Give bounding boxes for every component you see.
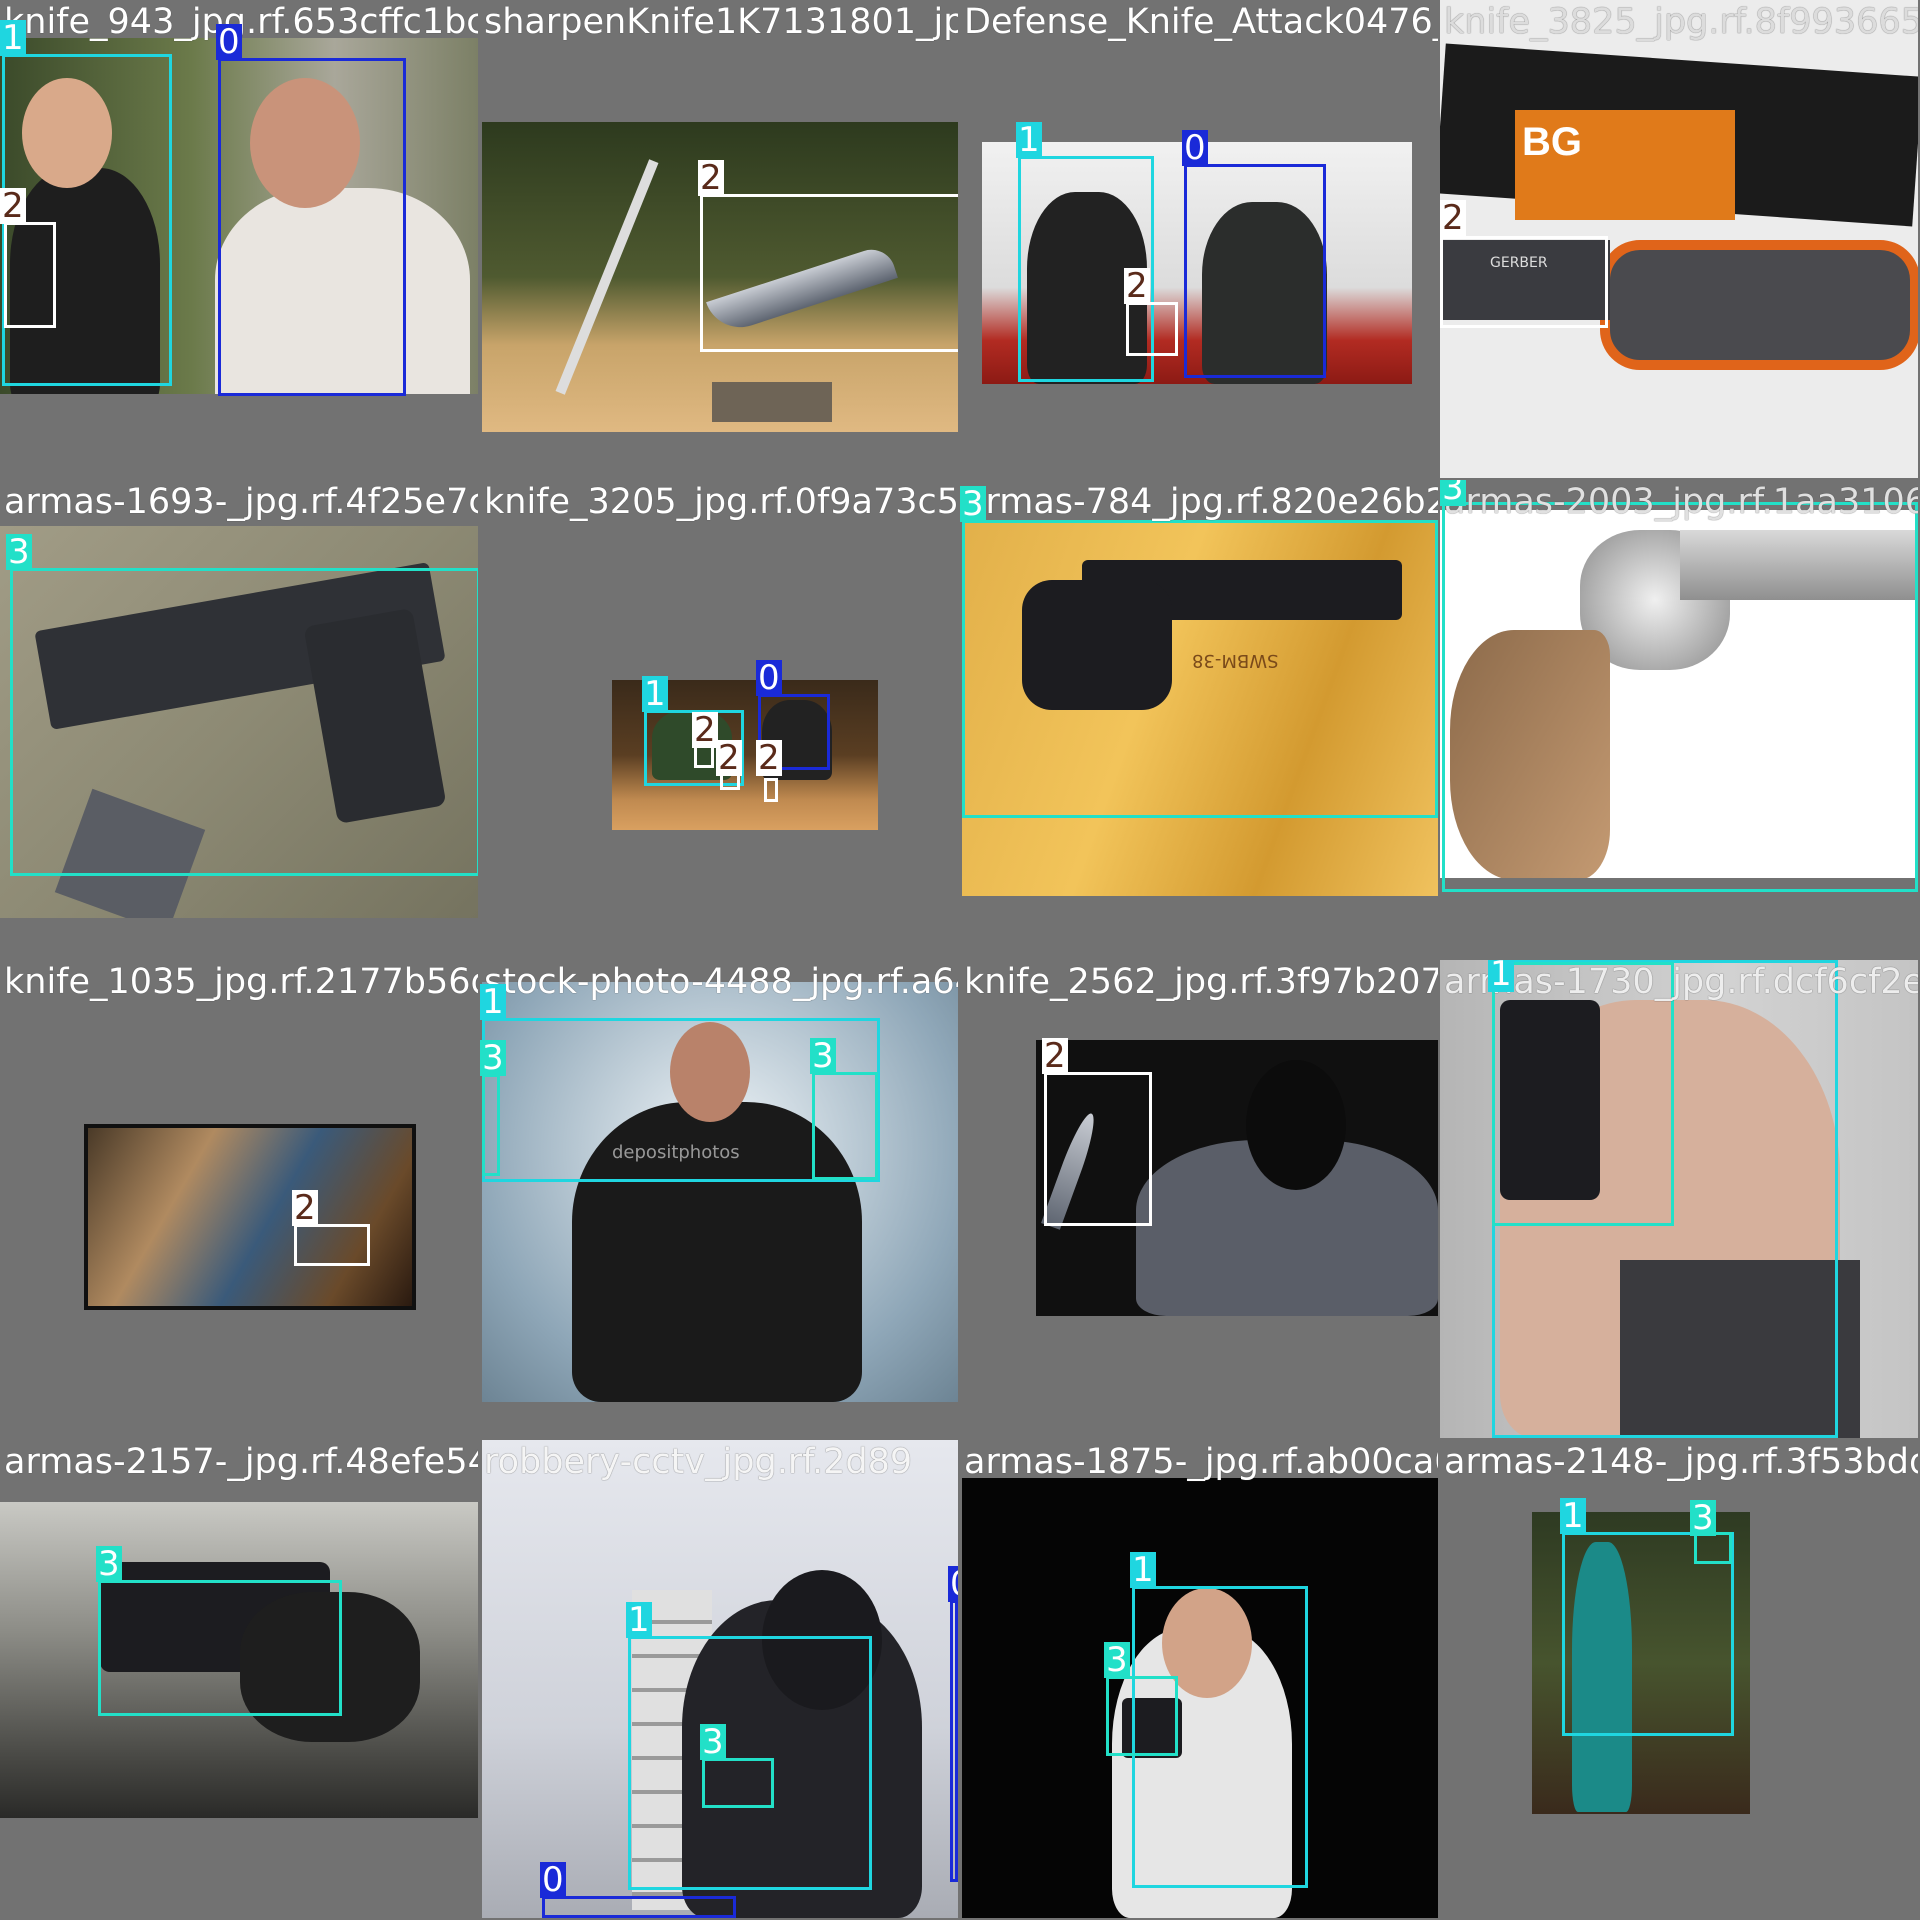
class-label: 2 (1042, 1036, 1068, 1076)
class-label: 2 (1440, 198, 1466, 238)
mosaic-tile-4: BG GERBER knife_3825_jpg.rf.8f993665b5 2 (1440, 0, 1918, 478)
class-label: 2 (698, 158, 724, 198)
tile-filename: Defense_Knife_Attack0476_jpg (964, 2, 1438, 42)
tile-filename: armas-784_jpg.rf.820e26b2 (964, 482, 1438, 522)
tile-filename: stock-photo-4488_jpg.rf.a64009d3 (484, 962, 958, 1002)
mosaic-tile-14: robbery-cctv_jpg.rf.2d89 1 3 0 0 (480, 1440, 958, 1918)
detection-box-class2 (294, 1224, 370, 1266)
detection-box-class2 (1126, 302, 1178, 356)
detection-box-class2 (764, 778, 778, 802)
detection-box-class2 (1044, 1072, 1152, 1226)
detection-box-class3 (10, 568, 478, 876)
class-label: 3 (700, 1722, 726, 1762)
tile-filename: armas-2003_jpg.rf.1aa3106 (1444, 482, 1918, 522)
detection-box-class3 (1442, 502, 1918, 892)
whetstone (712, 382, 832, 422)
class-label: 1 (1560, 1496, 1586, 1536)
mosaic-tile-15: armas-1875-_jpg.rf.ab00ca04 1 3 (960, 1440, 1438, 1918)
tile-filename: robbery-cctv_jpg.rf.2d89 (484, 1442, 913, 1482)
knife-handle (1600, 240, 1918, 370)
detection-box-class2 (1440, 236, 1608, 328)
mosaic-tile-1: knife_943_jpg.rf.653cffc1bcf 1 0 2 (0, 0, 478, 478)
mosaic-tile-11: knife_2562_jpg.rf.3f97b2073 2 (960, 960, 1438, 1438)
tile-filename: knife_2562_jpg.rf.3f97b2073 (964, 962, 1438, 1002)
mosaic-tile-5: armas-1693-_jpg.rf.4f25e7c 3 (0, 480, 478, 958)
detection-box-class3 (702, 1758, 774, 1808)
class-label: 2 (756, 738, 782, 778)
detection-box-class1 (2, 54, 172, 386)
class-label: 3 (1440, 480, 1466, 506)
mosaic-tile-12: armas-1730_jpg.rf.dcf6cf2ee 1 3 (1440, 960, 1918, 1438)
detection-box-class3 (962, 520, 1438, 818)
class-label: 1 (642, 674, 668, 714)
tile-filename: armas-2157-_jpg.rf.48efe54 (4, 1442, 478, 1482)
class-label: 1 (0, 18, 26, 58)
detection-box-class2 (700, 194, 958, 352)
mosaic-tile-6: knife_3205_jpg.rf.0f9a73c56 1 0 2 2 2 (480, 480, 958, 958)
class-label: 1 (1488, 960, 1514, 992)
tile-filename: armas-1730_jpg.rf.dcf6cf2ee (1444, 962, 1918, 1002)
class-label: 3 (1690, 1498, 1716, 1538)
detection-box-class0 (218, 58, 406, 396)
detection-box-class0 (1184, 164, 1326, 378)
detection-box-class3 (98, 1580, 342, 1716)
class-label: 0 (216, 22, 242, 62)
detection-box-class2 (4, 222, 56, 328)
tile-filename: armas-1875-_jpg.rf.ab00ca04 (964, 1442, 1438, 1482)
class-label: 1 (480, 982, 506, 1022)
detection-box-class0 (950, 1600, 958, 1882)
detection-box-class3 (482, 1074, 500, 1176)
class-label: 3 (810, 1036, 836, 1076)
class-label: 1 (1130, 1550, 1156, 1590)
class-label: 2 (292, 1188, 318, 1228)
tile-filename: armas-1693-_jpg.rf.4f25e7c (4, 482, 478, 522)
tile-filename: knife_3205_jpg.rf.0f9a73c56 (484, 482, 958, 522)
logo-text: BG (1522, 120, 1582, 164)
mosaic-tile-7: SWBM-38 armas-784_jpg.rf.820e26b2 3 (960, 480, 1438, 958)
mosaic-tile-2: sharpenKnife1K7131801_jpg.rf.bfcbf 2 (480, 0, 958, 478)
mosaic-tile-16: armas-2148-_jpg.rf.3f53bdd3 1 3 (1440, 1440, 1918, 1918)
detection-box-class3 (1106, 1676, 1178, 1756)
class-label: 3 (480, 1038, 506, 1078)
class-label: 0 (540, 1860, 566, 1900)
tile-filename: knife_3825_jpg.rf.8f993665b5 (1444, 2, 1918, 42)
sharpening-rod (555, 159, 659, 395)
class-label: 0 (756, 658, 782, 698)
class-label: 3 (960, 484, 986, 524)
class-label: 0 (948, 1566, 958, 1602)
class-label: 3 (6, 532, 32, 572)
balaclava (1246, 1060, 1346, 1190)
tile-filename: sharpenKnife1K7131801_jpg.rf.bfcbf (484, 2, 958, 42)
class-label: 1 (1016, 120, 1042, 160)
class-label: 0 (1182, 128, 1208, 168)
mosaic-tile-9: knife_1035_jpg.rf.2177b56d 2 (0, 960, 478, 1438)
mosaic-tile-3: Defense_Knife_Attack0476_jpg 1 0 2 (960, 0, 1438, 478)
class-label: 2 (0, 186, 26, 226)
class-label: 2 (692, 710, 718, 750)
class-label: 2 (1124, 266, 1150, 306)
tile-9-photo (84, 1124, 416, 1310)
mosaic-tile-10: depositphotos stock-photo-4488_jpg.rf.a6… (480, 960, 958, 1438)
mosaic-tile-13: armas-2157-_jpg.rf.48efe54 3 (0, 1440, 478, 1918)
detection-box-class0 (542, 1896, 736, 1918)
class-label: 3 (96, 1544, 122, 1584)
tile-filename: knife_1035_jpg.rf.2177b56d (4, 962, 478, 1002)
tile-filename: armas-2148-_jpg.rf.3f53bdd3 (1444, 1442, 1918, 1482)
class-label: 2 (716, 738, 742, 778)
class-label: 1 (626, 1600, 652, 1640)
detection-box-class3 (812, 1072, 878, 1180)
scene (88, 1128, 412, 1306)
class-label: 3 (1104, 1640, 1130, 1680)
mosaic-tile-8: armas-2003_jpg.rf.1aa3106 3 (1440, 480, 1918, 958)
